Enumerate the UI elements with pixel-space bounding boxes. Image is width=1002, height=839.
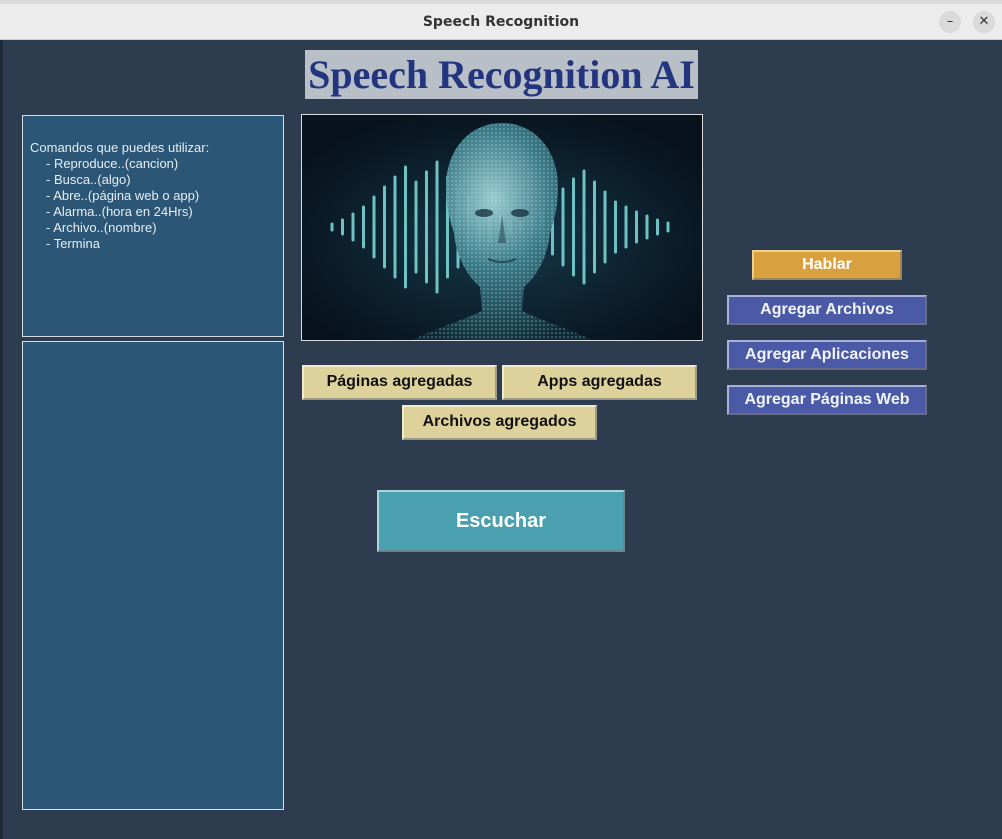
agregar-paginas-web-button[interactable]: Agregar Páginas Web	[727, 385, 927, 415]
apps-agregadas-button[interactable]: Apps agregadas	[502, 365, 697, 400]
archivos-agregados-button[interactable]: Archivos agregados	[402, 405, 597, 440]
agregar-aplicaciones-button[interactable]: Agregar Aplicaciones	[727, 340, 927, 370]
window-titlebar: Speech Recognition – ✕	[0, 4, 1002, 40]
command-item: - Reproduce..(cancion)	[46, 156, 179, 171]
window-edge	[0, 40, 3, 839]
agregar-archivos-button[interactable]: Agregar Archivos	[727, 295, 927, 325]
paginas-agregadas-button[interactable]: Páginas agregadas	[302, 365, 497, 400]
commands-panel: Comandos que puedes utilizar: - Reproduc…	[22, 115, 284, 337]
commands-heading: Comandos que puedes utilizar:	[30, 140, 210, 155]
command-item: - Alarma..(hora en 24Hrs)	[46, 204, 193, 219]
command-item: - Termina	[46, 236, 100, 251]
output-log-panel[interactable]	[22, 341, 284, 810]
ai-head-soundwave-image	[301, 114, 703, 341]
command-item: - Archivo..(nombre)	[46, 220, 157, 235]
app-title: Speech Recognition AI	[305, 50, 698, 99]
minimize-icon[interactable]: –	[939, 11, 961, 33]
close-icon[interactable]: ✕	[973, 11, 995, 33]
ai-head-soundwave-icon	[302, 115, 702, 340]
escuchar-button[interactable]: Escuchar	[377, 490, 625, 552]
command-item: - Abre..(página web o app)	[46, 188, 200, 203]
hablar-button[interactable]: Hablar	[752, 250, 902, 280]
window-title: Speech Recognition	[422, 14, 580, 30]
command-item: - Busca..(algo)	[46, 172, 131, 187]
